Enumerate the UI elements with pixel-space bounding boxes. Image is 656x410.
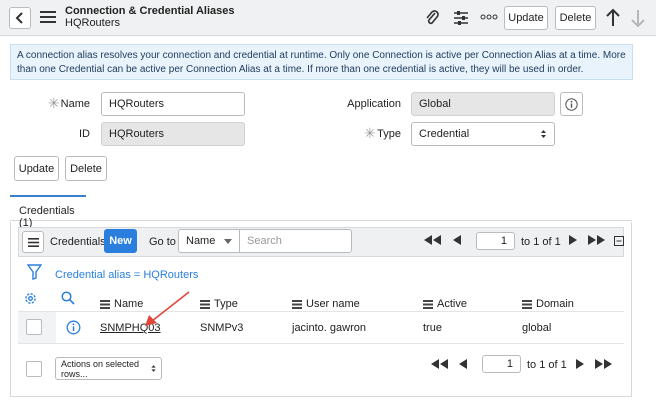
column-menu-icon xyxy=(292,299,302,309)
goto-field-select[interactable]: Name xyxy=(178,229,240,253)
goto-label: Go to xyxy=(149,236,176,248)
paperclip-icon[interactable] xyxy=(424,9,440,27)
application-label: Application xyxy=(347,98,401,110)
id-label: ID xyxy=(79,128,90,140)
hamburger-menu-icon[interactable] xyxy=(40,10,56,24)
search-placeholder: Search xyxy=(247,235,282,247)
page-number-input[interactable]: 1 xyxy=(476,232,515,250)
page-title-text: Connection & Credential Aliases xyxy=(65,5,235,17)
new-button[interactable]: New xyxy=(104,229,137,253)
column-header-domain[interactable]: Domain xyxy=(522,298,574,310)
column-menu-icon xyxy=(423,299,433,309)
type-select-value: Credential xyxy=(419,128,470,140)
footer-page-number-input[interactable]: 1 xyxy=(482,355,521,373)
application-info-button[interactable] xyxy=(560,92,583,116)
more-options-icon[interactable] xyxy=(480,12,498,22)
actions-select[interactable]: Actions on selected rows... xyxy=(55,357,162,380)
arrow-down-icon[interactable] xyxy=(630,8,646,28)
application-field: Global xyxy=(411,92,555,116)
form-delete-button[interactable]: Delete xyxy=(65,156,107,181)
footer-last-page-icon[interactable] xyxy=(595,359,613,369)
type-label: Type xyxy=(377,128,401,140)
row-active: true xyxy=(423,322,442,334)
type-select[interactable]: Credential xyxy=(411,122,555,146)
row-checkbox[interactable] xyxy=(26,319,42,335)
last-page-icon[interactable] xyxy=(588,235,606,245)
list-menu-button[interactable] xyxy=(22,231,44,253)
filter-funnel-icon[interactable] xyxy=(27,264,42,280)
column-menu-icon xyxy=(522,299,532,309)
page-info: to 1 of 1 xyxy=(521,236,561,248)
personalize-sliders-icon[interactable] xyxy=(452,9,470,27)
related-list-tabs: Credentials (1) xyxy=(10,195,632,229)
footer-previous-page-icon[interactable] xyxy=(459,359,467,369)
dropdown-caret-icon xyxy=(224,238,232,244)
list-title: Credentials xyxy=(50,236,106,248)
column-header-name-label: Name xyxy=(114,298,144,310)
footer-page-info: to 1 of 1 xyxy=(527,359,567,371)
select-arrows-icon xyxy=(151,365,156,372)
footer-next-page-icon[interactable] xyxy=(576,359,584,369)
goto-field-value: Name xyxy=(186,235,216,247)
search-icon[interactable] xyxy=(61,291,75,305)
column-menu-icon xyxy=(200,299,210,309)
hamburger-icon xyxy=(27,237,39,247)
form-header: Connection & Credential Aliases HQRouter… xyxy=(0,0,656,36)
header-divider xyxy=(18,311,624,312)
row-divider xyxy=(18,343,624,344)
back-button[interactable] xyxy=(9,7,31,29)
column-header-active[interactable]: Active xyxy=(423,298,467,310)
row-type: SNMPv3 xyxy=(200,322,244,334)
page-title: Connection & Credential Aliases HQRouter… xyxy=(65,5,235,29)
next-page-icon[interactable] xyxy=(569,235,577,245)
column-header-active-label: Active xyxy=(437,298,467,310)
search-input[interactable]: Search xyxy=(239,229,352,253)
record-name: HQRouters xyxy=(65,17,121,29)
form-update-button[interactable]: Update xyxy=(14,156,59,181)
header-delete-button[interactable]: Delete xyxy=(555,6,596,30)
header-update-button[interactable]: Update xyxy=(504,6,548,30)
annotation-arrow xyxy=(145,291,190,326)
id-field: HQRouters xyxy=(101,122,245,146)
row-info-icon[interactable] xyxy=(66,320,81,335)
actions-select-label: Actions on selected rows... xyxy=(61,358,140,379)
info-icon xyxy=(565,97,578,111)
column-header-type-label: Type xyxy=(214,298,238,310)
name-field[interactable]: HQRouters xyxy=(101,92,245,116)
previous-page-icon[interactable] xyxy=(453,235,461,245)
gear-icon[interactable] xyxy=(23,291,38,306)
column-header-type[interactable]: Type xyxy=(200,298,238,310)
collapse-list-icon[interactable] xyxy=(614,236,624,246)
row-domain: global xyxy=(522,322,552,334)
info-message: A connection alias resolves your connect… xyxy=(10,44,633,80)
column-menu-icon xyxy=(100,299,110,309)
chevron-left-icon xyxy=(15,12,23,24)
column-header-name[interactable]: Name xyxy=(100,298,143,310)
select-arrows-icon xyxy=(541,130,546,138)
column-header-domain-label: Domain xyxy=(536,298,574,310)
name-label: Name xyxy=(60,98,90,110)
filter-breadcrumb[interactable]: Credential alias = HQRouters xyxy=(55,269,198,281)
tab-credentials[interactable]: Credentials (1) xyxy=(10,195,86,229)
footer-first-page-icon[interactable] xyxy=(431,359,449,369)
first-page-icon[interactable] xyxy=(424,235,442,245)
select-all-checkbox[interactable] xyxy=(26,361,42,377)
row-user-name: jacinto. gawron xyxy=(292,322,366,334)
required-indicator-icon: ✳ xyxy=(48,95,60,111)
column-header-user-name-label: User name xyxy=(306,298,360,310)
arrow-up-icon[interactable] xyxy=(605,8,621,28)
column-header-user-name[interactable]: User name xyxy=(292,298,360,310)
